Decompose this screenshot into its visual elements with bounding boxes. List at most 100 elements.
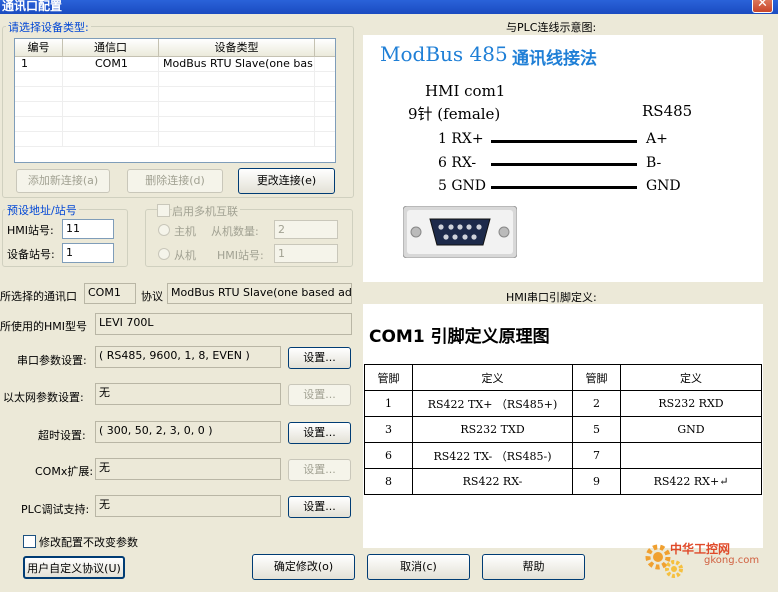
pin-cell: RS422 RX-	[412, 468, 573, 495]
keep-params-label: 修改配置不改变参数	[39, 536, 138, 549]
wire-rx-minus	[491, 163, 637, 166]
column-header-port[interactable]: 通信口	[63, 39, 159, 56]
station-group-title: 预设地址/站号	[5, 202, 79, 218]
pin-cell: RS422 TX- （RS485-)	[412, 442, 573, 469]
table-row: 3 RS232 TXD 5 GND	[364, 416, 762, 443]
hmi-model-value: LEVI 700L	[95, 313, 352, 335]
ethernet-params-value: 无	[95, 383, 281, 405]
device-station-input[interactable]: 1	[62, 243, 114, 263]
selected-port-value: COM1	[84, 283, 136, 304]
pin-header-pin-1: 管脚	[364, 364, 413, 391]
cancel-button[interactable]: 取消(c)	[367, 554, 470, 580]
wire-rx-plus	[491, 140, 637, 143]
confirm-button[interactable]: 确定修改(o)	[252, 554, 355, 580]
slave-label: 从机	[174, 249, 196, 262]
pin-cell: RS232 RXD	[620, 390, 762, 417]
column-header-device[interactable]: 设备类型	[159, 39, 315, 56]
pin-cell: RS232 TXD	[412, 416, 573, 443]
plc-debug-value: 无	[95, 495, 281, 517]
pin-definition-table: 管脚 定义 管脚 定义 1 RS422 TX+ （RS485+) 2 RS232…	[364, 364, 762, 495]
row-port: COM1	[63, 57, 159, 71]
serial-params-label: 串口参数设置:	[17, 354, 87, 367]
window-title: 通讯口配置	[2, 0, 63, 13]
selected-port-label: 所选择的通讯口	[0, 290, 77, 303]
protocol-value: ModBus RTU Slave(one based addr)	[167, 283, 352, 304]
column-header-filler	[315, 39, 335, 56]
watermark-logo: 中华工控网 gkong.com	[640, 537, 770, 585]
column-header-id[interactable]: 编号	[15, 39, 63, 56]
title-bar: 通讯口配置 ✕	[0, 0, 778, 14]
delete-connection-button[interactable]: 删除连接(d)	[127, 169, 223, 193]
diagram-rs485-label: RS485	[642, 102, 693, 120]
protocol-label: 协议	[141, 290, 163, 303]
pin-cell: 6	[364, 442, 413, 469]
diagram-title-cn: 通讯线接法	[512, 49, 597, 69]
serial-params-value: ( RS485, 9600, 1, 8, EVEN )	[95, 346, 281, 368]
table-row: 8 RS422 RX- 9 RS422 RX+↵	[364, 468, 762, 495]
ethernet-settings-button[interactable]: 设置...	[288, 384, 351, 406]
timeout-label: 超时设置:	[38, 429, 86, 442]
row-device: ModBus RTU Slave(one bas...	[159, 57, 315, 71]
diagram-hmi-label: HMI com1	[425, 82, 506, 100]
pin-header-def-2: 定义	[620, 364, 762, 391]
diagram-left-pin-1: 1 RX+	[438, 131, 484, 147]
timeout-settings-button[interactable]: 设置...	[288, 422, 351, 444]
plc-debug-label: PLC调试支持:	[21, 503, 90, 516]
pin-header-def-1: 定义	[412, 364, 573, 391]
diagram-right-pin-3: GND	[646, 178, 681, 194]
pin-header-pin-2: 管脚	[572, 364, 621, 391]
hmi-model-label: 所使用的HMI型号	[0, 320, 88, 333]
slave-count-input[interactable]: 2	[274, 220, 338, 239]
pin-cell: 5	[572, 416, 621, 443]
pin-cell: GND	[620, 416, 762, 443]
pin-definition-caption: HMI串口引脚定义:	[506, 291, 597, 304]
keep-params-checkbox[interactable]	[23, 535, 36, 548]
connection-list[interactable]: 编号 通信口 设备类型 1 COM1 ModBus RTU Slave(one …	[14, 38, 336, 163]
comx-value: 无	[95, 458, 281, 480]
master-radio[interactable]	[158, 224, 170, 236]
pin-cell: 7	[572, 442, 621, 469]
multi-link-label: 启用多机互联	[172, 203, 240, 219]
pin-cell: RS422 TX+ （RS485+)	[412, 390, 573, 417]
watermark-text-en: gkong.com	[704, 555, 760, 566]
help-button[interactable]: 帮助	[482, 554, 585, 580]
master-label: 主机	[174, 225, 196, 238]
multi-hmi-station-label: HMI站号:	[217, 249, 264, 262]
multi-link-checkbox[interactable]	[157, 204, 170, 217]
add-connection-button[interactable]: 添加新连接(a)	[16, 169, 110, 193]
table-row	[15, 132, 335, 147]
pin-cell: 2	[572, 390, 621, 417]
slave-count-label: 从机数量:	[211, 225, 259, 238]
diagram-right-pin-1: A+	[646, 131, 668, 147]
pin-cell: 1	[364, 390, 413, 417]
change-connection-button[interactable]: 更改连接(e)	[238, 168, 335, 194]
diagram-pin-label: 9针 (female)	[408, 105, 501, 123]
table-row	[15, 117, 335, 132]
table-row[interactable]: 1 COM1 ModBus RTU Slave(one bas...	[15, 57, 335, 72]
table-row: 1 RS422 TX+ （RS485+) 2 RS232 RXD	[364, 390, 762, 417]
device-type-group-title: 请选择设备类型:	[6, 19, 91, 35]
wiring-diagram-caption: 与PLC连线示意图:	[506, 21, 597, 34]
table-row	[15, 72, 335, 87]
diagram-right-pin-2: B-	[646, 155, 662, 171]
comx-settings-button[interactable]: 设置...	[288, 459, 351, 481]
ethernet-params-label: 以太网参数设置:	[3, 391, 84, 404]
diagram-left-pin-2: 6 RX-	[438, 155, 477, 171]
pin-cell: 8	[364, 468, 413, 495]
user-protocol-button[interactable]: 用户自定义协议(U)	[23, 556, 125, 579]
timeout-value: ( 300, 50, 2, 3, 0, 0 )	[95, 421, 281, 443]
pin-cell: 3	[364, 416, 413, 443]
table-row	[15, 87, 335, 102]
multi-hmi-station-input[interactable]: 1	[274, 244, 338, 263]
hmi-station-input[interactable]: 11	[62, 219, 114, 239]
pin-definition-title: COM1 引脚定义原理图	[369, 327, 550, 347]
serial-settings-button[interactable]: 设置...	[288, 347, 351, 369]
table-row: 6 RS422 TX- （RS485-) 7	[364, 442, 762, 469]
pin-cell: 9	[572, 468, 621, 495]
row-id: 1	[15, 57, 63, 71]
plc-debug-settings-button[interactable]: 设置...	[288, 496, 351, 518]
slave-radio[interactable]	[158, 248, 170, 260]
comx-label: COMx扩展:	[35, 465, 94, 478]
close-icon[interactable]: ✕	[752, 0, 773, 13]
db9-connector-icon	[403, 206, 517, 258]
